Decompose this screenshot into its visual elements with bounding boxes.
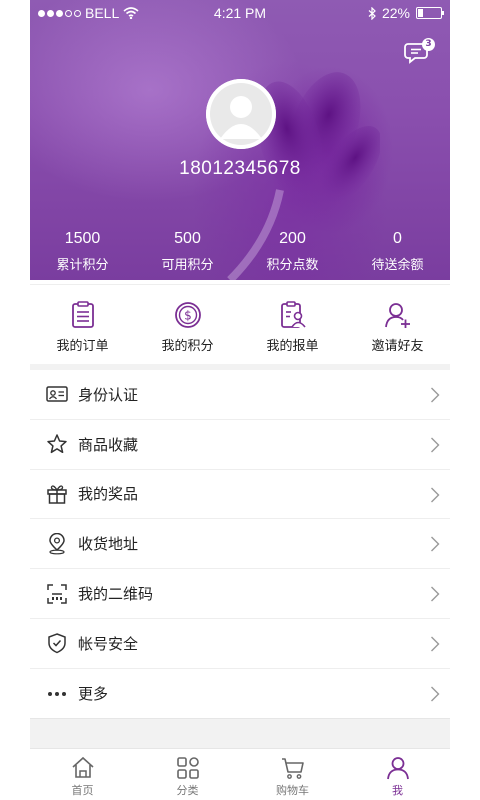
menu-item-identity-verification[interactable]: 身份认证 [30, 370, 450, 420]
menu-item-label: 我的奖品 [78, 485, 139, 504]
chevron-right-icon [431, 487, 440, 503]
points-stats: 1500 累计积分 500 可用积分 200 积分点数 0 待送余额 [30, 230, 450, 273]
menu-item-label: 更多 [78, 685, 109, 704]
svg-text:$: $ [184, 309, 192, 323]
stat-pending-balance[interactable]: 0 待送余额 [345, 230, 450, 273]
cart-icon [281, 758, 304, 779]
tab-label: 我 [392, 784, 403, 797]
message-count-badge: 3 [422, 38, 435, 51]
tab-home[interactable]: 首页 [30, 749, 135, 800]
qr-code-icon [47, 583, 67, 604]
stat-label: 积分点数 [266, 258, 319, 273]
home-icon [71, 756, 94, 778]
menu-item-label: 我的二维码 [78, 585, 154, 604]
user-phone-number: 18012345678 [179, 158, 301, 179]
action-label: 我的订单 [56, 339, 109, 354]
add-user-icon [384, 303, 410, 328]
bottom-spacer [30, 718, 450, 748]
action-label: 我的报单 [266, 339, 319, 354]
menu-item-label: 身份认证 [78, 385, 139, 404]
menu-item-my-qr-code[interactable]: 我的二维码 [30, 569, 450, 619]
default-avatar-icon [206, 79, 276, 149]
stat-value: 1500 [64, 230, 101, 247]
invite-friends-button[interactable]: 邀请好友 [345, 285, 450, 364]
stat-total-points[interactable]: 1500 累计积分 [30, 230, 135, 273]
shield-check-icon [48, 633, 66, 654]
coin-icon: $ [174, 302, 201, 328]
chevron-right-icon [431, 387, 440, 403]
chevron-right-icon [431, 586, 440, 602]
chevron-right-icon [431, 686, 440, 702]
battery-percent: 22% [381, 5, 410, 21]
tab-me[interactable]: 我 [345, 749, 450, 800]
stat-label: 可用积分 [161, 258, 214, 273]
chevron-right-icon [431, 536, 440, 552]
star-icon [47, 434, 67, 454]
action-label: 我的积分 [161, 339, 214, 354]
status-bar: BELL 4:21 PM 22% [30, 0, 450, 26]
id-card-icon [46, 386, 68, 403]
bluetooth-icon [368, 6, 376, 20]
battery-icon [416, 7, 444, 19]
more-dots-icon [48, 691, 66, 696]
tab-label: 首页 [71, 784, 94, 797]
chevron-right-icon [431, 437, 440, 453]
quick-actions: 我的订单 $ 我的积分 我的报单 邀请好友 [30, 284, 450, 364]
user-icon [386, 757, 409, 780]
my-orders-button[interactable]: 我的订单 [30, 285, 135, 364]
profile-screen: BELL 4:21 PM 22% 3 18012345678 1500 累计积分… [0, 0, 480, 800]
tab-label: 分类 [176, 784, 199, 797]
status-right: 22% [368, 5, 444, 21]
action-label: 邀请好友 [371, 339, 424, 354]
menu-item-account-security[interactable]: 帐号安全 [30, 619, 450, 669]
my-reports-button[interactable]: 我的报单 [240, 285, 345, 364]
stat-value: 500 [174, 230, 201, 247]
stat-value: 0 [393, 230, 402, 247]
stat-label: 待送余额 [371, 258, 424, 273]
clipboard-icon [71, 301, 94, 328]
report-icon [280, 301, 306, 328]
stat-available-points[interactable]: 500 可用积分 [135, 230, 240, 273]
stat-point-count[interactable]: 200 积分点数 [240, 230, 345, 273]
menu-item-my-prizes[interactable]: 我的奖品 [30, 470, 450, 520]
gift-icon [47, 485, 67, 504]
bottom-tab-bar: 首页 分类 购物车 我 [30, 748, 450, 800]
category-grid-icon [176, 757, 199, 779]
menu-item-label: 商品收藏 [78, 435, 139, 454]
stat-label: 累计积分 [56, 258, 109, 273]
avatar[interactable] [206, 79, 276, 149]
menu-item-more[interactable]: 更多 [30, 669, 450, 719]
my-points-button[interactable]: $ 我的积分 [135, 285, 240, 364]
settings-menu: 身份认证 商品收藏 我的奖品 收货地址 我的二维码 帐号安全 更多 [30, 370, 450, 719]
messages-button[interactable]: 3 [404, 38, 436, 68]
menu-item-label: 收货地址 [78, 535, 139, 554]
menu-item-label: 帐号安全 [78, 634, 139, 653]
location-pin-icon [49, 532, 65, 555]
tab-label: 购物车 [276, 784, 309, 797]
stat-value: 200 [279, 230, 306, 247]
menu-item-favorites[interactable]: 商品收藏 [30, 420, 450, 470]
chevron-right-icon [431, 636, 440, 652]
profile-header: BELL 4:21 PM 22% 3 18012345678 1500 累计积分… [30, 0, 450, 280]
tab-categories[interactable]: 分类 [135, 749, 240, 800]
menu-item-shipping-address[interactable]: 收货地址 [30, 519, 450, 570]
tab-cart[interactable]: 购物车 [240, 749, 345, 800]
